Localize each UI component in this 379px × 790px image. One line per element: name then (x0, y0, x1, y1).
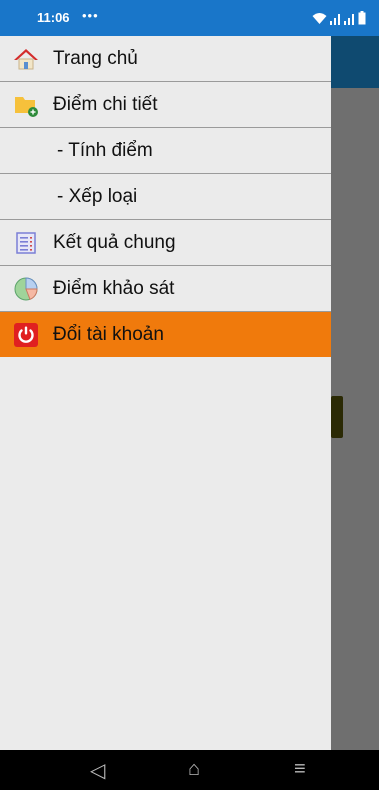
home-icon (14, 49, 38, 70)
menu-item-label: Đổi tài khoản (53, 324, 164, 345)
signal-icon (330, 14, 340, 25)
battery-icon (358, 11, 366, 25)
menu-item-calculate-score[interactable]: - Tính điểm (0, 128, 331, 174)
power-icon (14, 323, 38, 347)
background-drag-handle (331, 396, 343, 438)
pie-chart-icon (14, 277, 38, 301)
menu-item-overall-results[interactable]: Kết quả chung (0, 220, 331, 266)
status-time: 11:06 (37, 10, 70, 25)
status-bar: 11:06 ••• (0, 0, 379, 36)
folder-add-icon (15, 97, 38, 117)
system-icons (312, 9, 366, 25)
back-icon[interactable]: ◁ (90, 758, 105, 783)
menu-item-detail-scores[interactable]: Điểm chi tiết (0, 82, 331, 128)
wifi-icon (312, 13, 327, 24)
menu-item-home[interactable]: Trang chủ (0, 36, 331, 82)
system-navigation-bar: ◁ ⌂ ≡ (0, 750, 379, 790)
menu-item-label: - Tính điểm (57, 140, 153, 161)
navigation-drawer: Trang chủ Điểm chi tiết - Tính điểm - Xế… (0, 36, 331, 750)
signal-icon (344, 14, 354, 25)
menu-item-label: Điểm khảo sát (53, 278, 175, 299)
recent-apps-icon[interactable]: ≡ (294, 758, 306, 781)
home-button-icon[interactable]: ⌂ (188, 758, 200, 781)
list-icon (16, 232, 36, 254)
menu-item-label: Điểm chi tiết (53, 94, 158, 115)
menu-item-label: Kết quả chung (53, 232, 176, 253)
menu-item-label: Trang chủ (53, 48, 138, 69)
menu-item-survey-scores[interactable]: Điểm khảo sát (0, 266, 331, 312)
more-notifications-icon: ••• (82, 8, 99, 23)
menu-item-label: - Xếp loại (57, 186, 138, 207)
menu-item-switch-account[interactable]: Đổi tài khoản (0, 312, 331, 357)
menu-item-ranking[interactable]: - Xếp loại (0, 174, 331, 220)
